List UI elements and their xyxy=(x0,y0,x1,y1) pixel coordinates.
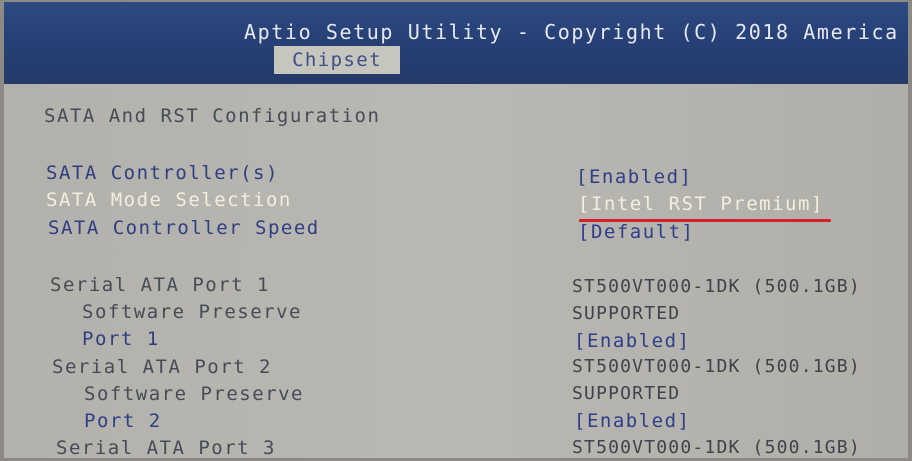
serial-ata-port-1-device: ST500VT000-1DK (500.1GB) xyxy=(572,276,861,297)
sata-controller-value[interactable]: [Enabled] xyxy=(576,166,692,188)
port-1-value[interactable]: [Enabled] xyxy=(574,330,690,352)
port-1-label[interactable]: Port 1 xyxy=(82,328,160,350)
sata-controller-speed-label[interactable]: SATA Controller Speed xyxy=(48,217,320,239)
serial-ata-port-3-label: Serial ATA Port 3 xyxy=(56,437,276,458)
port-2-value[interactable]: [Enabled] xyxy=(574,410,690,432)
utility-title: Aptio Setup Utility - Copyright (C) 2018… xyxy=(244,20,899,44)
software-preserve-2-label: Software Preserve xyxy=(84,383,304,405)
port-2-label[interactable]: Port 2 xyxy=(84,410,162,432)
section-title: SATA And RST Configuration xyxy=(44,105,381,127)
software-preserve-1-label: Software Preserve xyxy=(82,301,302,323)
sata-controller-speed-value[interactable]: [Default] xyxy=(578,221,694,243)
serial-ata-port-2-label: Serial ATA Port 2 xyxy=(52,356,272,378)
serial-ata-port-1-label: Serial ATA Port 1 xyxy=(50,274,270,296)
serial-ata-port-3-device: ST500VT000-1DK (500.1GB) xyxy=(572,437,861,458)
software-preserve-1-value: SUPPORTED xyxy=(572,303,681,324)
sata-mode-selection-label[interactable]: SATA Mode Selection xyxy=(46,189,292,211)
bios-screen: Aptio Setup Utility - Copyright (C) 2018… xyxy=(4,2,908,458)
header-bar: Aptio Setup Utility - Copyright (C) 2018… xyxy=(4,2,908,84)
software-preserve-2-value: SUPPORTED xyxy=(572,383,681,404)
serial-ata-port-2-device: ST500VT000-1DK (500.1GB) xyxy=(572,356,861,377)
sata-controller-label[interactable]: SATA Controller(s) xyxy=(46,162,279,184)
sata-mode-selection-value[interactable]: [Intel RST Premium] xyxy=(578,193,824,215)
tab-chipset[interactable]: Chipset xyxy=(274,46,400,74)
